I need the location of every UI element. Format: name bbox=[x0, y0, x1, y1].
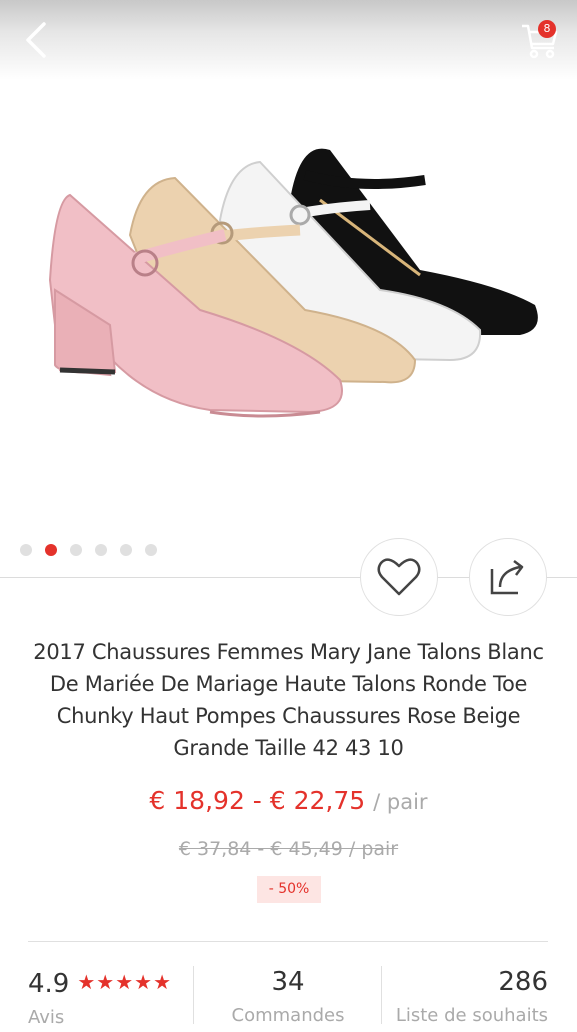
pagination-dot[interactable] bbox=[95, 544, 107, 556]
cart-button[interactable]: 8 bbox=[518, 18, 562, 62]
cart-count-badge: 8 bbox=[538, 20, 556, 38]
rating-stat[interactable]: 4.9 ★★★★★ Avis bbox=[28, 962, 172, 1032]
orders-value: 34 bbox=[271, 967, 305, 997]
pagination-dot[interactable] bbox=[20, 544, 32, 556]
product-image-gallery[interactable] bbox=[0, 80, 577, 520]
share-button[interactable] bbox=[469, 538, 547, 616]
orders-stat[interactable]: 34 Commandes bbox=[194, 962, 382, 1030]
pagination-dot-active[interactable] bbox=[45, 544, 57, 556]
rating-label: Avis bbox=[28, 1007, 65, 1028]
heart-icon bbox=[377, 558, 421, 596]
pagination-dot[interactable] bbox=[145, 544, 157, 556]
wishlist-stat[interactable]: 286 Liste de souhaits bbox=[382, 962, 548, 1030]
stats-divider bbox=[28, 941, 548, 942]
orders-label: Commandes bbox=[231, 1005, 345, 1026]
back-button[interactable] bbox=[20, 18, 60, 62]
product-title: 2017 Chaussures Femmes Mary Jane Talons … bbox=[33, 640, 544, 760]
share-icon bbox=[490, 560, 524, 595]
wishlist-value: 286 bbox=[498, 967, 548, 997]
price-unit: / pair bbox=[373, 790, 428, 814]
pagination-dot[interactable] bbox=[120, 544, 132, 556]
wishlist-label: Liste de souhaits bbox=[395, 1005, 548, 1026]
product-image bbox=[48, 148, 538, 418]
original-price: € 37,84 - € 45,49 / pair bbox=[178, 838, 399, 860]
star-rating-icon: ★★★★★ bbox=[77, 970, 173, 994]
discount-badge: - 50% bbox=[257, 876, 321, 903]
rating-value: 4.9 bbox=[28, 969, 70, 999]
gallery-pagination bbox=[20, 544, 157, 556]
price-value: € 18,92 - € 22,75 bbox=[149, 786, 366, 815]
top-bar: 8 bbox=[0, 0, 577, 80]
wishlist-button[interactable] bbox=[360, 538, 438, 616]
pagination-dot[interactable] bbox=[70, 544, 82, 556]
price-range: € 18,92 - € 22,75 / pair bbox=[0, 786, 577, 815]
chevron-left-icon bbox=[26, 22, 46, 58]
